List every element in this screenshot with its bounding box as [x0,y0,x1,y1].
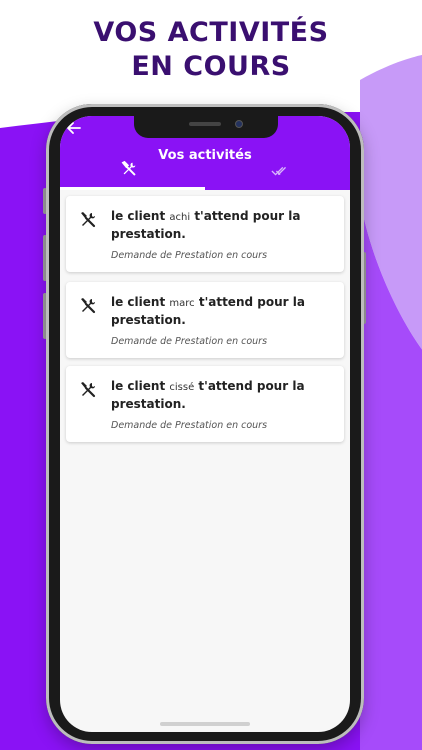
client-name: marc [169,298,195,309]
tab-in-progress[interactable] [60,160,205,190]
activity-status: Demande de Prestation en cours [111,420,268,431]
arrow-left-icon [67,122,81,134]
activity-prefix: le client [111,295,166,309]
activity-prefix: le client [111,379,166,393]
notch-speaker [189,122,221,126]
tools-icon [81,382,96,398]
client-name: cissé [169,382,195,393]
activity-message: le client cissé t'attend pour la prestat… [111,378,336,413]
tab-indicator [60,187,205,190]
app-bar: Vos activités [60,116,350,190]
activity-prefix: le client [111,209,166,223]
headline-line-2: EN COURS [131,51,291,82]
home-indicator[interactable] [160,722,250,726]
notch-camera [235,120,243,128]
activity-message: le client achi t'attend pour la prestati… [111,208,336,243]
phone-screen: Vos activités le client achi t'attend po… [60,116,350,732]
phone-notch [134,116,278,138]
tools-icon [81,212,96,228]
headline-line-1: VOS ACTIVITÉS [93,17,329,48]
back-button[interactable] [66,120,86,140]
client-name: achi [169,212,191,223]
activity-message: le client marc t'attend pour la prestati… [111,294,336,329]
tools-icon [121,160,136,176]
double-check-icon [271,166,286,176]
page-headline: VOS ACTIVITÉS EN COURS [0,16,422,84]
activity-card[interactable]: le client achi t'attend pour la prestati… [66,196,344,272]
activity-card[interactable]: le client marc t'attend pour la prestati… [66,282,344,358]
activity-card[interactable]: le client cissé t'attend pour la prestat… [66,366,344,442]
activity-status: Demande de Prestation en cours [111,250,268,261]
tools-icon [81,298,96,314]
tab-completed[interactable] [205,160,350,190]
activity-status: Demande de Prestation en cours [111,336,268,347]
